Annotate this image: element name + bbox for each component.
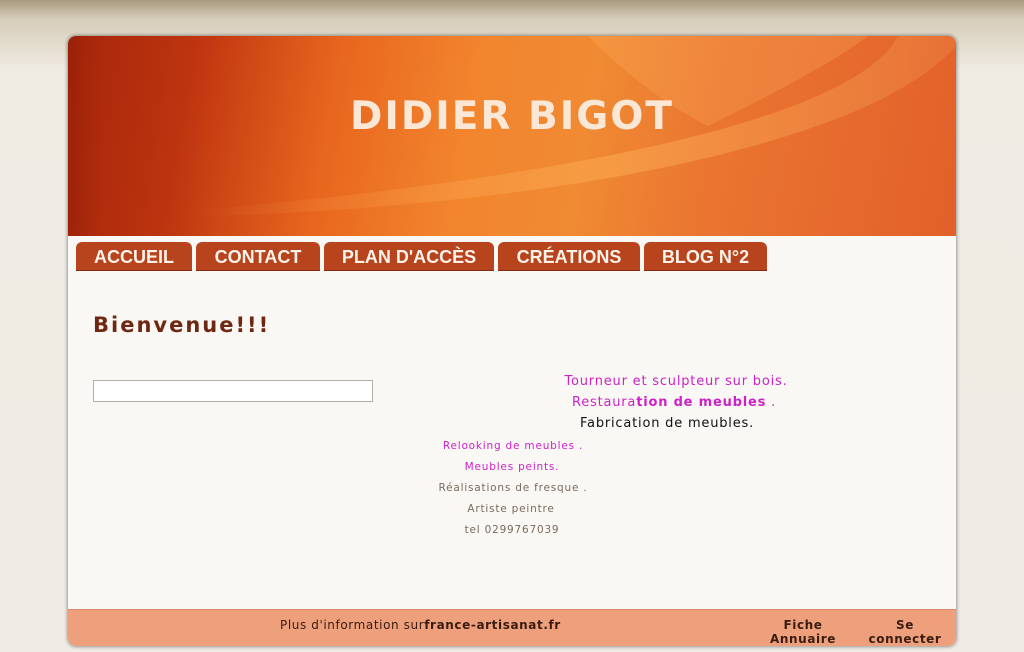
footer-fiche-annuaire-button[interactable]: Fiche Annuaire [768, 618, 838, 646]
text-fresque: Réalisations de fresque . [438, 482, 588, 494]
text-restauration-part3: . [766, 395, 777, 410]
page-container: DIDIER BIGOT ACCUEIL CONTACT PLAN D'ACCÈ… [68, 36, 956, 646]
footer-info-prefix: Plus d'information sur [280, 618, 425, 632]
nav-item-plan-acces[interactable]: PLAN D'ACCÈS [324, 242, 494, 271]
text-meubles-peints: Meubles peints. [464, 461, 560, 473]
text-relooking: Relooking de meubles . [442, 440, 584, 452]
nav-item-blog[interactable]: BLOG N°2 [644, 242, 767, 271]
footer-connect-line2: connecter [868, 632, 942, 646]
footer-fiche-line1: Fiche [783, 618, 823, 632]
footer-bar: Plus d'information surfrance-artisanat.f… [68, 609, 956, 646]
footer-connect-button[interactable]: Se connecter [868, 618, 942, 646]
footer-connect-line1: Se [896, 618, 914, 632]
nav-item-creations[interactable]: CRÉATIONS [498, 242, 640, 271]
footer-info: Plus d'information surfrance-artisanat.f… [280, 618, 561, 632]
text-artiste-peintre: Artiste peintre [467, 503, 555, 515]
text-telephone: tel 0299767039 [464, 524, 560, 536]
text-tourneur: Tourneur et sculpteur sur bois. [564, 374, 788, 389]
footer-fiche-line2: Annuaire [770, 632, 836, 646]
text-restauration: Restauration de meubles . [230, 395, 956, 410]
page-heading: Bienvenue!!! [93, 313, 271, 337]
nav-item-accueil[interactable]: ACCUEIL [76, 242, 192, 271]
text-fabrication: Fabrication de meubles. [579, 416, 755, 431]
footer-link-france-artisanat[interactable]: france-artisanat.fr [424, 618, 561, 632]
nav-item-contact[interactable]: CONTACT [196, 242, 320, 271]
site-title: DIDIER BIGOT [349, 94, 675, 139]
text-restauration-part1: Restaura [571, 395, 637, 410]
header-banner: DIDIER BIGOT [68, 36, 956, 236]
text-restauration-part2: tion de meubles [636, 395, 767, 410]
